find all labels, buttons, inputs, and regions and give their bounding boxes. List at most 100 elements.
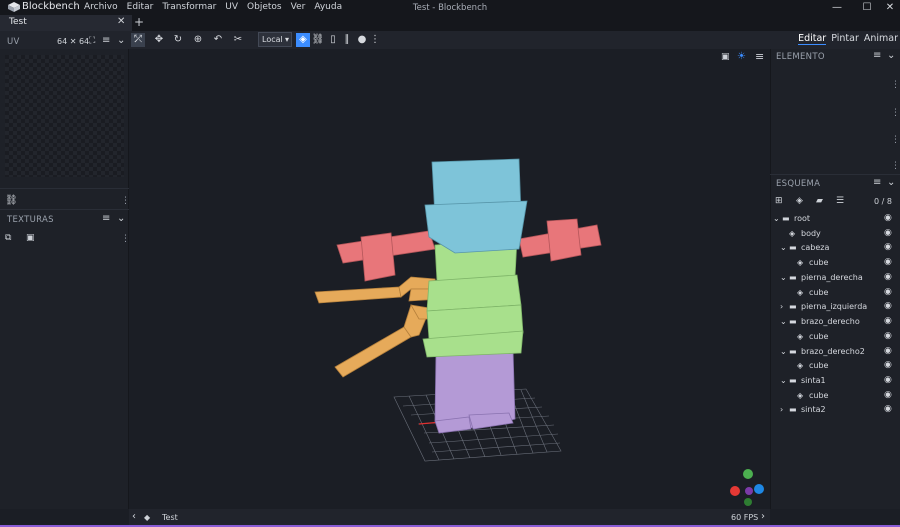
visibility-eye-icon[interactable]: ◉	[884, 226, 894, 240]
gem-toggle-icon[interactable]: ◈	[296, 33, 310, 47]
visibility-eye-icon[interactable]: ◉	[884, 388, 894, 402]
uv-panel-title: UV	[7, 37, 20, 47]
chevron-down-icon[interactable]: ⌄	[780, 243, 789, 252]
dot-toggle-icon[interactable]: ●	[355, 33, 369, 47]
outliner-label: cube	[809, 331, 829, 341]
outliner-label: root	[794, 213, 811, 223]
cut-tool-icon[interactable]: ✂	[231, 33, 245, 47]
cube-icon: ◈	[797, 360, 804, 370]
visibility-eye-icon[interactable]: ◉	[884, 270, 894, 284]
light-mode-icon[interactable]: ☀	[737, 51, 746, 62]
close-window-icon[interactable]: ✕	[880, 0, 900, 15]
folder-icon: ▬	[789, 346, 797, 356]
outliner-label: brazo_derecho	[801, 316, 860, 326]
close-tab-icon[interactable]: ✕	[117, 16, 125, 27]
chevron-down-icon[interactable]: ⌄	[773, 214, 782, 223]
visibility-eye-icon[interactable]: ◉	[884, 344, 894, 358]
visibility-eye-icon[interactable]: ◉	[884, 211, 894, 225]
menu-lines-icon[interactable]: ≡	[873, 50, 881, 61]
more-icon[interactable]: ⋮	[891, 80, 900, 90]
chevron-down-icon[interactable]: ⌄	[887, 50, 895, 61]
move-tool-icon[interactable]: ⤱	[131, 33, 145, 47]
visibility-eye-icon[interactable]: ◉	[884, 299, 894, 313]
outliner-row-brazo-derecho2[interactable]: ⌄ ▬ brazo_derecho2	[780, 344, 865, 358]
chevron-right-icon[interactable]: ›	[780, 302, 789, 311]
outliner-row-cube[interactable]: ◈ cube	[797, 329, 828, 343]
chevron-left-icon[interactable]: ‹	[132, 511, 136, 522]
tab-animar[interactable]: Animar	[864, 33, 898, 45]
outliner-row-sinta2[interactable]: › ▬ sinta2	[780, 402, 826, 416]
visibility-eye-icon[interactable]: ◉	[884, 314, 894, 328]
outliner-row-sinta1[interactable]: ⌄ ▬ sinta1	[780, 373, 826, 387]
visibility-eye-icon[interactable]: ◉	[884, 402, 894, 416]
pivot-tool-icon[interactable]: ⊕	[191, 33, 205, 47]
more-icon[interactable]: ⋮	[891, 161, 900, 171]
outliner-label: sinta1	[801, 375, 826, 385]
uv-editor[interactable]	[5, 55, 124, 177]
outliner-row-cube[interactable]: ◈ cube	[797, 388, 828, 402]
add-cube-icon[interactable]: ⊞	[775, 196, 783, 206]
rect-toggle-icon[interactable]: ▯	[326, 33, 340, 47]
outliner-row-cube[interactable]: ◈ cube	[797, 358, 828, 372]
chevron-down-icon[interactable]: ⌄	[780, 317, 789, 326]
arm-right	[518, 218, 602, 262]
add-group-icon[interactable]: ▰	[816, 196, 823, 206]
arm-left	[336, 230, 436, 282]
visibility-eye-icon[interactable]: ◉	[884, 240, 894, 254]
tab-editar[interactable]: Editar	[798, 33, 827, 45]
chevron-right-icon[interactable]: ›	[761, 511, 765, 522]
import-texture-icon[interactable]: ⧉	[5, 233, 11, 243]
outliner-row-cube[interactable]: ◈ cube	[797, 255, 828, 269]
chevron-down-icon[interactable]: ⌄	[117, 213, 125, 224]
menu-lines-icon[interactable]: ≡	[873, 177, 881, 188]
divider	[0, 209, 129, 210]
maximize-icon[interactable]: ☐	[857, 0, 877, 15]
visibility-eye-icon[interactable]: ◉	[884, 358, 894, 372]
more-icon[interactable]: ⋮	[891, 108, 900, 118]
fullscreen-icon[interactable]: ⛶	[89, 36, 95, 46]
outliner-row-root[interactable]: ⌄ ▬ root	[773, 211, 810, 225]
add-mesh-icon[interactable]: ◈	[796, 196, 803, 206]
outliner-row-pierna-izquierda[interactable]: › ▬ pierna_izquierda	[780, 299, 867, 313]
outliner-row-cabeza[interactable]: ⌄ ▬ cabeza	[780, 240, 829, 254]
menu-lines-icon[interactable]: ≡	[102, 213, 110, 224]
transform-space-select[interactable]: Local ▾	[258, 32, 292, 47]
chevron-down-icon[interactable]: ⌄	[887, 177, 895, 188]
minimize-icon[interactable]: —	[827, 0, 847, 15]
folder-icon: ▬	[789, 404, 797, 414]
create-texture-icon[interactable]: ▣	[26, 233, 35, 243]
chevron-down-icon[interactable]: ⌄	[780, 347, 789, 356]
visibility-eye-icon[interactable]: ◉	[884, 329, 894, 343]
vertex-snap-icon[interactable]: ↶	[211, 33, 225, 47]
project-tab[interactable]: Test ✕	[0, 15, 132, 31]
rotate-tool-icon[interactable]: ↻	[171, 33, 185, 47]
translate-tool-icon[interactable]: ✥	[152, 33, 166, 47]
chevron-right-icon[interactable]: ›	[780, 405, 789, 414]
mirror-toggle-icon[interactable]: ∥	[340, 33, 354, 47]
viewport-menu-icon[interactable]: ≡	[755, 50, 764, 63]
3d-viewport[interactable]: ▣ ☀ ≡	[129, 49, 769, 509]
outliner-row-body[interactable]: ◈ body	[789, 226, 821, 240]
chevron-down-icon[interactable]: ⌄	[780, 376, 789, 385]
link-toggle-icon[interactable]: ⛓	[311, 33, 325, 47]
uv-size[interactable]: 64 ✕ 64	[57, 37, 89, 46]
toolbar-more-icon[interactable]: ⋮	[368, 33, 382, 47]
more-icon[interactable]: ⋮	[891, 135, 900, 145]
tab-pintar[interactable]: Pintar	[831, 33, 859, 45]
link-icon[interactable]: ⛓	[5, 195, 18, 206]
outliner-row-brazo-derecho[interactable]: ⌄ ▬ brazo_derecho	[780, 314, 860, 328]
outliner-row-cube[interactable]: ◈ cube	[797, 285, 828, 299]
folder-icon: ▬	[789, 301, 797, 311]
chevron-down-icon[interactable]: ⌄	[780, 273, 789, 282]
divider	[0, 188, 129, 189]
visibility-eye-icon[interactable]: ◉	[884, 373, 894, 387]
new-tab-icon[interactable]: +	[134, 15, 144, 29]
screenshot-icon[interactable]: ▣	[721, 52, 730, 62]
outliner-row-pierna-derecha[interactable]: ⌄ ▬ pierna_derecha	[780, 270, 863, 284]
chevron-down-icon[interactable]: ⌄	[117, 35, 125, 46]
outliner-options-icon[interactable]: ☰	[836, 196, 844, 206]
visibility-eye-icon[interactable]: ◉	[884, 285, 894, 299]
menu-lines-icon[interactable]: ≡	[102, 35, 110, 46]
folder-icon: ▬	[789, 272, 797, 282]
visibility-eye-icon[interactable]: ◉	[884, 255, 894, 269]
